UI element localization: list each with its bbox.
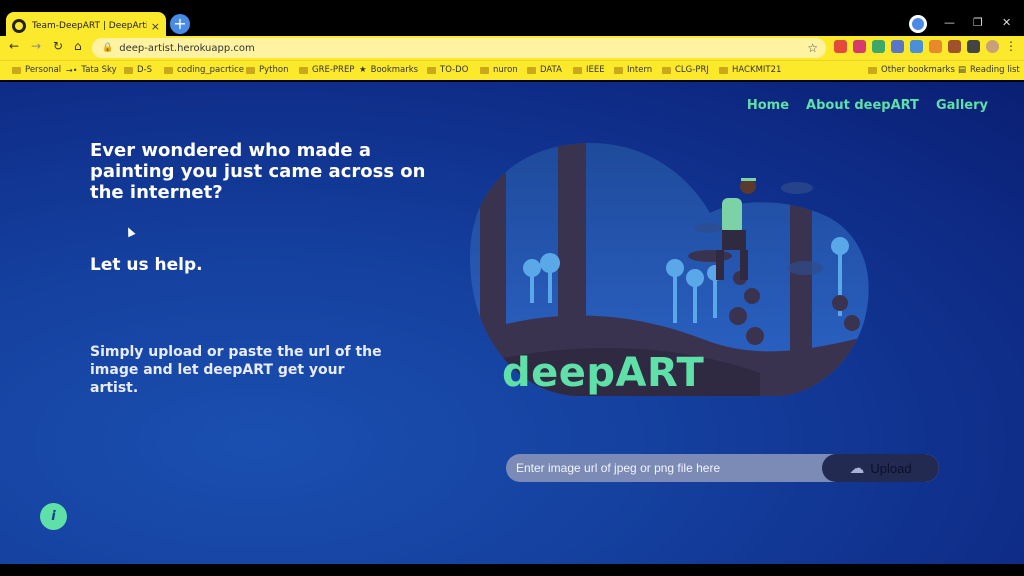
upload-label: Upload: [870, 460, 912, 476]
more-menu-icon[interactable]: ⋮: [1005, 39, 1017, 53]
puzzle-icon[interactable]: [967, 40, 980, 53]
globe-icon: [12, 19, 26, 33]
bookmark-item[interactable]: CLG-PRJ: [662, 65, 709, 75]
folder-icon: [527, 66, 536, 74]
extension-icon[interactable]: [948, 40, 961, 53]
hero-subhead: Let us help.: [90, 255, 203, 275]
brand-logo-text: deepART: [502, 350, 705, 396]
folder-icon: [299, 66, 308, 74]
site-nav: Home About deepART Gallery: [747, 98, 988, 113]
tab-strip: Team-DeepART | DeepArtist : Fin × + — ❐ …: [0, 8, 1024, 40]
hero-paragraph: Simply upload or paste the url of the im…: [90, 344, 382, 396]
extension-icon[interactable]: [929, 40, 942, 53]
nav-home-link[interactable]: Home: [747, 98, 789, 113]
reading-list-icon: ▤: [958, 65, 967, 75]
other-bookmarks[interactable]: Other bookmarks: [868, 65, 955, 75]
webpage: Home About deepART Gallery Ever wondered…: [0, 82, 1024, 564]
folder-icon: [480, 66, 489, 74]
nav-about-link[interactable]: About deepART: [806, 98, 919, 113]
folder-icon: [124, 66, 133, 74]
bookmark-item[interactable]: Python: [246, 65, 288, 75]
extensions-area: [834, 40, 999, 53]
hero-headline: Ever wondered who made a painting you ju…: [90, 140, 426, 203]
folder-icon: [719, 66, 728, 74]
bookmark-item[interactable]: TO-DO: [427, 65, 468, 75]
minimize-icon[interactable]: —: [944, 16, 955, 29]
extension-icon[interactable]: [834, 40, 847, 53]
home-icon[interactable]: ⌂: [74, 39, 82, 53]
info-button[interactable]: i: [40, 503, 67, 530]
upload-button[interactable]: ☁ Upload: [822, 454, 939, 482]
reading-list[interactable]: ▤ Reading list: [958, 65, 1020, 75]
bookmark-item[interactable]: D-S: [124, 65, 152, 75]
bookmark-item[interactable]: Personal: [12, 65, 61, 75]
link-icon: →•: [66, 65, 78, 75]
bookmark-item[interactable]: IEEE: [573, 65, 605, 75]
reload-icon[interactable]: ↻: [53, 39, 63, 53]
tab-title: Team-DeepART | DeepArtist : Fin: [32, 21, 147, 31]
bookmark-item[interactable]: ★ Bookmarks: [359, 65, 418, 75]
forward-icon[interactable]: →: [31, 39, 41, 53]
bookmark-item[interactable]: Intern: [614, 65, 652, 75]
star-icon: ★: [359, 65, 367, 75]
bookmark-item[interactable]: GRE-PREP: [299, 65, 354, 75]
nav-gallery-link[interactable]: Gallery: [936, 98, 988, 113]
url-text: deep-artist.herokuapp.com: [119, 42, 255, 54]
address-bar[interactable]: 🔒 deep-artist.herokuapp.com ☆: [92, 38, 826, 58]
back-icon[interactable]: ←: [9, 39, 19, 53]
extension-icon[interactable]: [910, 40, 923, 53]
new-tab-button[interactable]: +: [170, 14, 190, 34]
profile-icon[interactable]: [909, 15, 927, 33]
lock-icon: 🔒: [102, 43, 114, 53]
bookmark-star-icon[interactable]: ☆: [807, 41, 818, 55]
folder-icon: [662, 66, 671, 74]
folder-icon: [12, 66, 21, 74]
folder-icon: [427, 66, 436, 74]
image-url-input[interactable]: [506, 454, 836, 482]
bookmark-item[interactable]: HACKMIT21: [719, 65, 781, 75]
restore-icon[interactable]: ❐: [973, 16, 983, 29]
close-window-icon[interactable]: ✕: [1002, 16, 1011, 29]
extension-icon[interactable]: [872, 40, 885, 53]
folder-icon: [573, 66, 582, 74]
bookmark-item[interactable]: coding_pacrtice: [164, 65, 244, 75]
bookmark-item[interactable]: DATA: [527, 65, 562, 75]
mouse-cursor-icon: [124, 225, 136, 238]
cloud-upload-icon: ☁: [849, 460, 865, 477]
browser-toolbar: ← → ↻ ⌂ 🔒 deep-artist.herokuapp.com ☆ ⋮: [0, 36, 1024, 60]
bookmark-item[interactable]: →• Tata Sky: [66, 65, 117, 75]
bookmarks-bar: Personal →• Tata Sky D-S coding_pacrtice …: [0, 60, 1024, 80]
url-upload-bar: ☁ Upload: [506, 454, 939, 482]
extension-icon[interactable]: [891, 40, 904, 53]
folder-icon: [246, 66, 255, 74]
close-tab-icon[interactable]: ×: [151, 20, 160, 33]
extension-icon[interactable]: [853, 40, 866, 53]
browser-window: Team-DeepART | DeepArtist : Fin × + — ❐ …: [0, 0, 1024, 576]
avatar[interactable]: [986, 40, 999, 53]
folder-icon: [614, 66, 623, 74]
bookmark-item[interactable]: nuron: [480, 65, 518, 75]
folder-icon: [164, 66, 173, 74]
folder-icon: [868, 66, 877, 74]
